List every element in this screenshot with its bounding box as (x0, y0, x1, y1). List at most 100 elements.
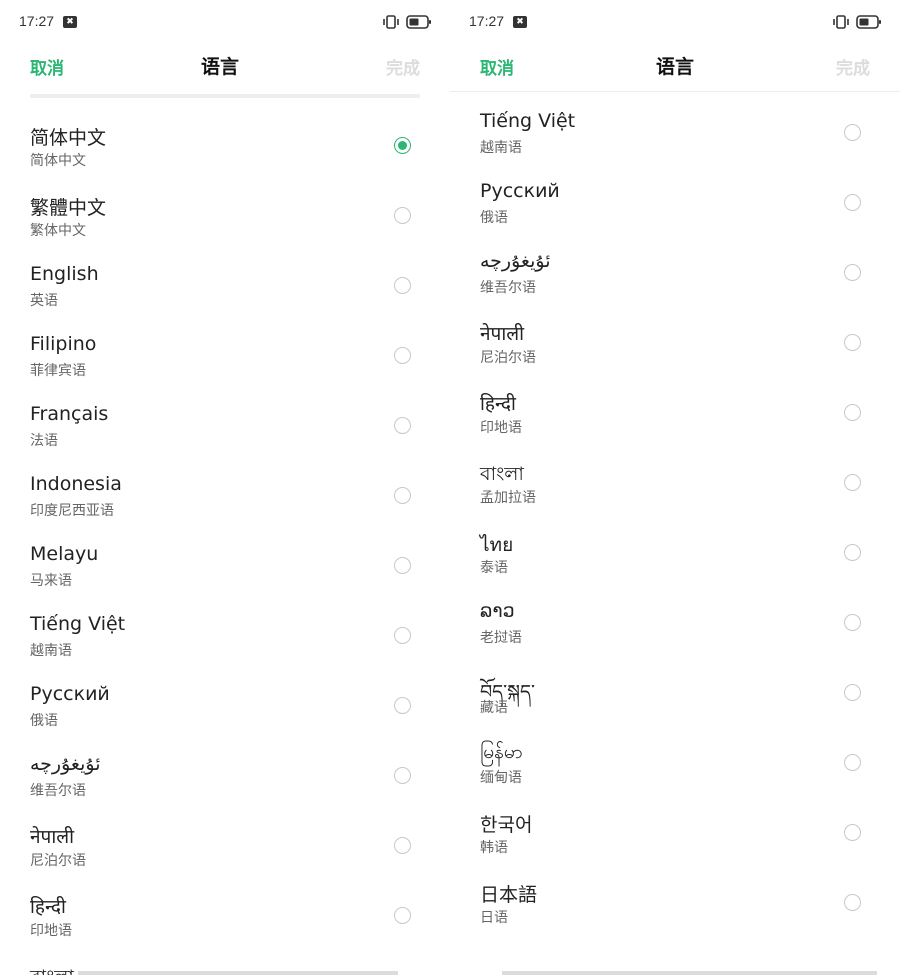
language-item[interactable]: བོད་སྐད་ 藏语 (450, 660, 900, 730)
radio-unselected-icon[interactable] (844, 684, 861, 701)
header: 取消 语言 完成 (0, 44, 450, 88)
radio-unselected-icon[interactable] (844, 474, 861, 491)
language-item[interactable]: မြန်မာ 缅甸语 (450, 730, 900, 800)
language-subtitle: 韩语 (480, 840, 508, 856)
radio-unselected-icon[interactable] (844, 334, 861, 351)
language-subtitle: 孟加拉语 (480, 490, 536, 506)
radio-unselected-icon[interactable] (844, 614, 861, 631)
language-subtitle: 印度尼西亚语 (30, 503, 114, 519)
language-subtitle: 简体中文 (30, 153, 86, 169)
radio-selected-icon[interactable] (394, 137, 411, 154)
language-item[interactable]: ئۇيغۇرچە 维吾尔语 (450, 240, 900, 310)
header-divider (450, 91, 900, 92)
language-item[interactable]: Русский 俄语 (450, 170, 900, 240)
vibrate-icon (833, 15, 849, 29)
battery-icon (856, 15, 881, 29)
language-item[interactable]: 繁體中文 繁体中文 (0, 183, 450, 253)
language-name: Français (30, 403, 109, 425)
language-item[interactable]: 日本語 日语 (450, 870, 900, 940)
radio-unselected-icon[interactable] (844, 404, 861, 421)
language-name: 繁體中文 (30, 197, 107, 219)
header-divider (30, 94, 420, 98)
radio-unselected-icon[interactable] (394, 627, 411, 644)
language-subtitle: 印地语 (30, 923, 72, 939)
language-subtitle: 菲律宾语 (30, 363, 86, 379)
language-item[interactable]: বাংলা 孟加拉语 (450, 450, 900, 520)
language-subtitle: 越南语 (480, 140, 522, 156)
language-name: नेपाली (480, 323, 525, 345)
language-item[interactable]: Français 法语 (0, 393, 450, 463)
language-name: Filipino (30, 333, 97, 355)
page-title: 语言 (200, 56, 239, 78)
language-subtitle: 俄语 (30, 713, 58, 729)
radio-unselected-icon[interactable] (394, 557, 411, 574)
language-item[interactable]: नेपाली 尼泊尔语 (450, 310, 900, 380)
language-item[interactable]: ئۇيغۇرچە 维吾尔语 (0, 743, 450, 813)
language-item[interactable]: नेपाली 尼泊尔语 (0, 813, 450, 883)
language-item[interactable]: हिन्दी 印地语 (0, 883, 450, 953)
language-subtitle: 尼泊尔语 (30, 853, 86, 869)
language-item[interactable]: ລາວ 老挝语 (450, 590, 900, 660)
language-subtitle: 尼泊尔语 (480, 350, 536, 366)
language-name: Русский (480, 180, 560, 202)
radio-unselected-icon[interactable] (394, 487, 411, 504)
done-button[interactable]: 完成 (836, 54, 870, 79)
language-name: 简体中文 (30, 127, 107, 149)
language-name: ລາວ (480, 600, 515, 622)
language-name: မြန်မာ (480, 741, 523, 763)
phone-screen-right: 17:27 ✖ 取消 语言 完成 Tiếng Việt 越南语 Русский 俄语 ئ… (450, 0, 900, 975)
language-item[interactable]: Tiếng Việt 越南语 (450, 100, 900, 170)
radio-unselected-icon[interactable] (844, 194, 861, 211)
language-item[interactable]: Filipino 菲律宾语 (0, 323, 450, 393)
vibrate-icon (383, 15, 399, 29)
language-subtitle: 印地语 (480, 420, 522, 436)
language-name: हिन्दी (480, 393, 516, 415)
language-subtitle: 缅甸语 (480, 770, 522, 786)
radio-unselected-icon[interactable] (394, 697, 411, 714)
radio-unselected-icon[interactable] (844, 824, 861, 841)
radio-unselected-icon[interactable] (394, 837, 411, 854)
radio-unselected-icon[interactable] (394, 907, 411, 924)
language-item[interactable]: ไทย 泰语 (450, 520, 900, 590)
radio-unselected-icon[interactable] (394, 207, 411, 224)
radio-unselected-icon[interactable] (394, 347, 411, 364)
radio-unselected-icon[interactable] (844, 124, 861, 141)
language-item[interactable]: Русский 俄语 (0, 673, 450, 743)
language-item[interactable]: Melayu 马来语 (0, 533, 450, 603)
language-item[interactable]: English 英语 (0, 253, 450, 323)
language-subtitle: 日语 (480, 910, 508, 926)
language-name: ئۇيغۇرچە (480, 250, 551, 272)
radio-unselected-icon[interactable] (394, 767, 411, 784)
language-list: Tiếng Việt 越南语 Русский 俄语 ئۇيغۇرچە 维吾尔语 नेपाली… (450, 100, 900, 940)
battery-icon (406, 15, 431, 29)
status-bar: 17:27 ✖ (0, 0, 450, 44)
radio-unselected-icon[interactable] (394, 417, 411, 434)
radio-unselected-icon[interactable] (844, 544, 861, 561)
language-name: ไทย (480, 534, 514, 556)
language-item[interactable]: 简体中文 简体中文 (0, 113, 450, 183)
language-subtitle: 泰语 (480, 560, 508, 576)
language-subtitle: 老挝语 (480, 630, 522, 646)
screenshot-stage: 17:27 ✖ 取消 语言 完成 简体中文 简体中文 繁體中文 繁体中文 English… (0, 0, 900, 975)
language-name: नेपाली (30, 826, 75, 848)
radio-unselected-icon[interactable] (844, 264, 861, 281)
radio-unselected-icon[interactable] (844, 754, 861, 771)
phone-screen-left: 17:27 ✖ 取消 语言 完成 简体中文 简体中文 繁體中文 繁体中文 English… (0, 0, 450, 975)
status-time: 17:27 (19, 13, 55, 29)
language-name: ئۇيغۇرچە (30, 753, 101, 775)
language-name: Melayu (30, 543, 99, 565)
language-item[interactable]: हिन्दी 印地语 (450, 380, 900, 450)
language-subtitle: 越南语 (30, 643, 72, 659)
radio-unselected-icon[interactable] (844, 894, 861, 911)
radio-unselected-icon[interactable] (394, 277, 411, 294)
language-item[interactable]: 한국어 韩语 (450, 800, 900, 870)
language-name: 한국어 (480, 814, 533, 836)
done-button[interactable]: 完成 (386, 54, 420, 79)
language-item[interactable]: Tiếng Việt 越南语 (0, 603, 450, 673)
language-item[interactable]: Indonesia 印度尼西亚语 (0, 463, 450, 533)
language-name: Tiếng Việt (480, 110, 576, 132)
language-subtitle: 俄语 (480, 210, 508, 226)
language-name: English (30, 263, 99, 285)
language-subtitle: 英语 (30, 293, 58, 309)
language-subtitle: 繁体中文 (30, 223, 86, 239)
